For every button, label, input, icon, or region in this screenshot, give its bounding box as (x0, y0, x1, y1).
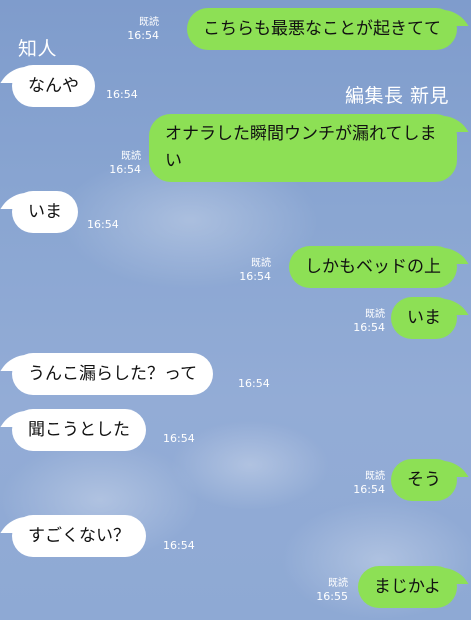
message-meta: 既読 16:54 (353, 308, 385, 334)
message-time: 16:54 (353, 483, 385, 496)
message-meta: 既読 16:54 (109, 150, 141, 176)
message-time: 16:54 (109, 163, 141, 176)
message-bubble-outgoing[interactable]: そう (391, 459, 457, 501)
message-bubble-outgoing[interactable]: まじかよ (357, 566, 457, 608)
contact-name: 知人 (18, 38, 58, 60)
message-meta: 既読 16:54 (239, 257, 271, 283)
message-meta: 既読 16:54 (353, 470, 385, 496)
message-time: 16:54 (163, 539, 195, 552)
read-receipt: 既読 (328, 578, 348, 589)
message-time: 16:54 (127, 29, 159, 42)
read-receipt: 既読 (365, 471, 385, 482)
message-time: 16:54 (238, 377, 270, 390)
message-time: 16:54 (239, 270, 271, 283)
message-time: 16:54 (163, 432, 195, 445)
message-bubble-incoming[interactable]: うんこ漏らした？って (12, 353, 214, 395)
message-bubble-incoming[interactable]: なんや (12, 65, 95, 107)
message-bubble-outgoing[interactable]: こちらも最悪なことが起きてて (187, 8, 457, 50)
read-receipt: 既読 (139, 17, 159, 28)
read-receipt: 既読 (121, 151, 141, 162)
message-bubble-outgoing[interactable]: いま (391, 297, 457, 339)
message-bubble-incoming[interactable]: すごくない？ (12, 515, 146, 557)
message-bubble-outgoing[interactable]: しかもベッドの上 (289, 246, 457, 288)
message-bubble-incoming[interactable]: いま (12, 191, 78, 233)
message-meta: 既読 16:54 (127, 16, 159, 42)
user-name: 編集長 新見 (344, 85, 449, 107)
message-bubble-incoming[interactable]: 聞こうとした (12, 409, 146, 451)
message-time: 16:55 (316, 590, 348, 603)
message-time: 16:54 (87, 218, 119, 231)
message-time: 16:54 (106, 88, 138, 101)
read-receipt: 既読 (251, 258, 271, 269)
read-receipt: 既読 (365, 309, 385, 320)
message-bubble-outgoing[interactable]: オナラした瞬間ウンチが漏れてしまい (149, 114, 457, 182)
message-meta: 既読 16:55 (316, 577, 348, 603)
message-time: 16:54 (353, 321, 385, 334)
